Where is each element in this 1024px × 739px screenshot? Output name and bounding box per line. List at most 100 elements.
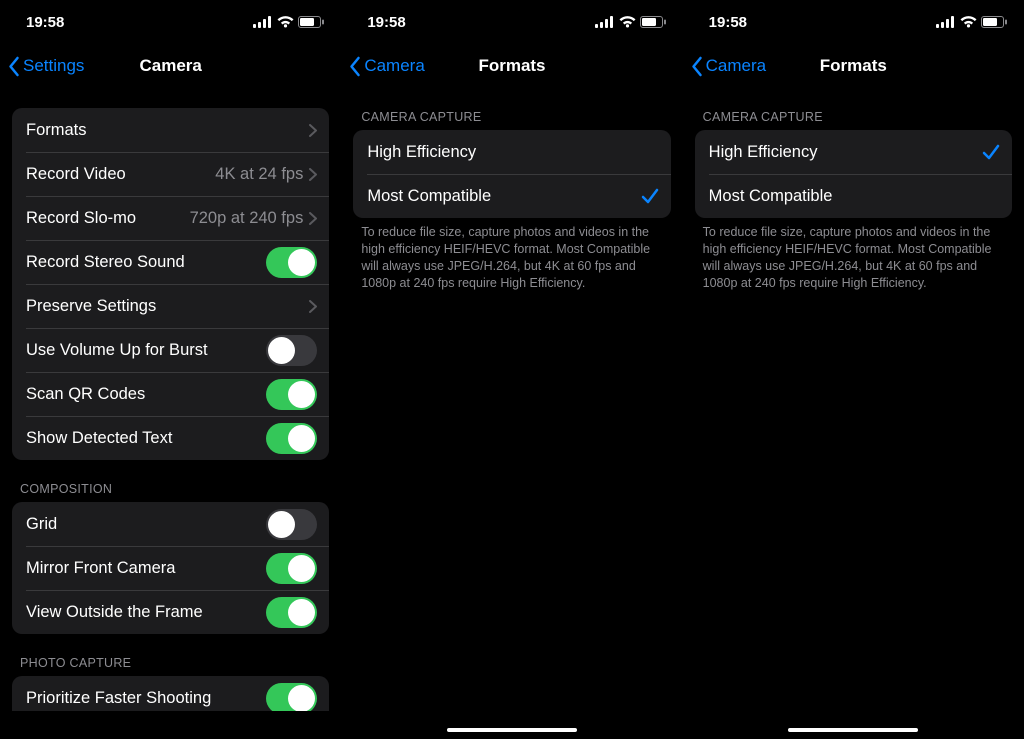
toggle-mirror-front[interactable] [266,553,317,584]
row-prioritize-faster: Prioritize Faster Shooting [12,676,329,711]
row-label: Preserve Settings [26,297,309,316]
signal-icon [595,16,615,28]
content-scroll[interactable]: CAMERA CAPTURE High Efficiency Most Comp… [341,88,682,711]
battery-icon [981,16,1008,28]
row-record-slomo[interactable]: Record Slo-mo 720p at 240 fps [12,196,329,240]
chevron-right-icon [309,300,317,313]
row-label: Show Detected Text [26,429,266,448]
chevron-right-icon [309,168,317,181]
chevron-left-icon [8,56,21,77]
back-label: Settings [23,56,84,76]
page-title: Formats [820,56,887,76]
list-photo-capture: Prioritize Faster Shooting [12,676,329,711]
toggle-stereo-sound[interactable] [266,247,317,278]
row-label: Record Video [26,165,215,184]
row-most-compatible[interactable]: Most Compatible [353,174,670,218]
wifi-icon [277,16,294,28]
back-label: Camera [364,56,424,76]
status-time: 19:58 [699,14,747,31]
back-button[interactable]: Camera [691,56,766,77]
row-label: Record Stereo Sound [26,253,266,272]
toggle-prioritize-faster[interactable] [266,683,317,712]
toggle-volume-burst[interactable] [266,335,317,366]
status-indicators [936,16,1008,28]
toggle-scan-qr[interactable] [266,379,317,410]
home-indicator[interactable] [788,728,918,733]
status-time: 19:58 [16,14,64,31]
row-volume-up-burst: Use Volume Up for Burst [12,328,329,372]
section-camera-capture: CAMERA CAPTURE [353,88,670,130]
row-high-efficiency[interactable]: High Efficiency [695,130,1012,174]
battery-icon [640,16,667,28]
wifi-icon [619,16,636,28]
section-composition: COMPOSITION [12,460,329,502]
toggle-detected-text[interactable] [266,423,317,454]
row-most-compatible[interactable]: Most Compatible [695,174,1012,218]
row-label: Grid [26,515,266,534]
content-scroll[interactable]: CAMERA CAPTURE High Efficiency Most Comp… [683,88,1024,711]
row-label: Formats [26,121,309,140]
row-label: Most Compatible [709,187,1000,206]
status-bar: 19:58 [683,0,1024,44]
row-detail: 4K at 24 fps [215,165,303,184]
row-detect-text: Show Detected Text [12,416,329,460]
row-record-video[interactable]: Record Video 4K at 24 fps [12,152,329,196]
back-button[interactable]: Settings [8,56,84,77]
battery-icon [298,16,325,28]
row-label: Record Slo-mo [26,209,190,228]
list-formats: High Efficiency Most Compatible [695,130,1012,218]
row-label: High Efficiency [367,143,658,162]
phone-camera-settings: 19:58 Settings Camera Formats Record Vid… [0,0,341,739]
row-view-outside: View Outside the Frame [12,590,329,634]
row-label: Most Compatible [367,187,640,206]
row-label: Use Volume Up for Burst [26,341,266,360]
back-label: Camera [706,56,766,76]
page-title: Formats [478,56,545,76]
nav-bar: Camera Formats [341,44,682,88]
checkmark-icon [982,143,1000,161]
phone-formats-hieff: 19:58 Camera Formats CAMERA CAPTURE High… [683,0,1024,739]
chevron-left-icon [691,56,704,77]
home-indicator[interactable] [447,728,577,733]
row-label: High Efficiency [709,143,982,162]
toggle-grid[interactable] [266,509,317,540]
row-formats[interactable]: Formats [12,108,329,152]
page-title: Camera [139,56,201,76]
list-formats: High Efficiency Most Compatible [353,130,670,218]
section-camera-capture: CAMERA CAPTURE [695,88,1012,130]
footer-formats: To reduce file size, capture photos and … [695,218,1012,296]
list-composition: Grid Mirror Front Camera View Outside th… [12,502,329,634]
row-grid: Grid [12,502,329,546]
status-bar: 19:58 [0,0,341,44]
nav-bar: Camera Formats [683,44,1024,88]
row-label: Scan QR Codes [26,385,266,404]
row-label: Mirror Front Camera [26,559,266,578]
row-scan-qr: Scan QR Codes [12,372,329,416]
chevron-right-icon [309,212,317,225]
status-indicators [595,16,667,28]
row-high-efficiency[interactable]: High Efficiency [353,130,670,174]
back-button[interactable]: Camera [349,56,424,77]
content-scroll[interactable]: Formats Record Video 4K at 24 fps Record… [0,88,341,711]
chevron-left-icon [349,56,362,77]
row-label: Prioritize Faster Shooting [26,689,266,708]
row-label: View Outside the Frame [26,603,266,622]
status-indicators [253,16,325,28]
row-mirror-front: Mirror Front Camera [12,546,329,590]
list-camera-main: Formats Record Video 4K at 24 fps Record… [12,108,329,460]
wifi-icon [960,16,977,28]
row-stereo-sound: Record Stereo Sound [12,240,329,284]
row-detail: 720p at 240 fps [190,209,304,228]
row-preserve-settings[interactable]: Preserve Settings [12,284,329,328]
chevron-right-icon [309,124,317,137]
nav-bar: Settings Camera [0,44,341,88]
toggle-view-outside[interactable] [266,597,317,628]
phone-formats-mostcompat: 19:58 Camera Formats CAMERA CAPTURE High… [341,0,682,739]
signal-icon [253,16,273,28]
section-photo-capture: PHOTO CAPTURE [12,634,329,676]
checkmark-icon [641,187,659,205]
footer-formats: To reduce file size, capture photos and … [353,218,670,296]
signal-icon [936,16,956,28]
status-time: 19:58 [357,14,405,31]
status-bar: 19:58 [341,0,682,44]
